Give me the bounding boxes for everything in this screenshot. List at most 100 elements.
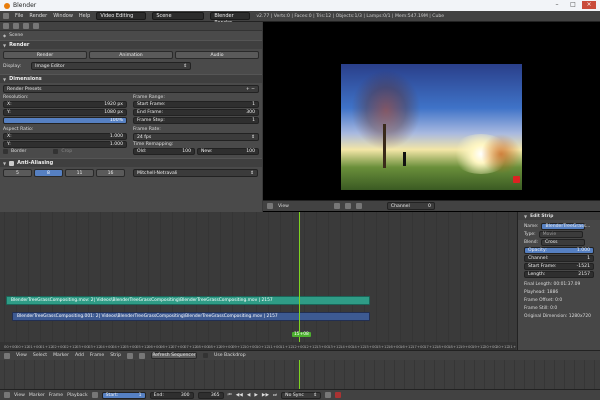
render-button[interactable]: Render <box>3 51 87 59</box>
resolution-x-field[interactable]: X: 1920 px <box>3 101 127 108</box>
resolution-y-field[interactable]: Y: 1080 px <box>3 109 127 116</box>
strip-name-field[interactable]: BlenderTreeGrass... <box>541 222 590 230</box>
render-engine-selector[interactable]: Blender Render <box>210 12 251 26</box>
display-selector[interactable]: Image Editor ⇕ <box>31 62 192 70</box>
preview-view-menu[interactable]: View <box>278 204 289 209</box>
view-type-icon[interactable] <box>127 352 133 359</box>
editor-type-icon[interactable] <box>4 352 10 359</box>
aa-filter-selector[interactable]: Mitchell-Netravali ⇕ <box>133 169 258 177</box>
aa-sample-16[interactable]: 16 <box>96 169 125 177</box>
channel-selector[interactable]: Channel 0 <box>386 202 435 210</box>
timeline-grid-line <box>394 360 395 389</box>
movie-strip-blue[interactable]: BlenderTreeGrassCompositing.001: 2| Vide… <box>12 312 370 321</box>
editor-type-icon[interactable] <box>267 203 273 209</box>
play-reverse-icon[interactable]: ◀ <box>247 393 251 398</box>
aspect-y-field[interactable]: Y: 1.000 <box>3 141 127 148</box>
dimensions-panel-header[interactable]: ▼ Dimensions <box>0 74 262 83</box>
strip-opacity-field[interactable]: Opacity: 1.000 <box>524 246 594 254</box>
end-frame-field[interactable]: End Frame: 300 <box>133 109 259 116</box>
preview-range-icon[interactable] <box>91 392 98 398</box>
scene-selector[interactable]: Scene <box>152 12 205 20</box>
timeline-grid-line <box>234 360 235 389</box>
sync-mode-selector[interactable]: No Sync ⇕ <box>281 391 322 399</box>
seq-select-menu[interactable]: Select <box>33 353 47 358</box>
menu-window[interactable]: Window <box>53 13 73 19</box>
world-icon[interactable] <box>33 23 39 29</box>
render-presets-selector[interactable]: Render Presets + − <box>3 85 259 93</box>
use-backdrop-checkbox[interactable] <box>203 353 208 358</box>
menu-file[interactable]: File <box>15 13 23 19</box>
channel-r-icon[interactable] <box>344 203 351 209</box>
timeline-grid-line <box>274 360 275 389</box>
view-mode-icon[interactable] <box>333 203 340 209</box>
seq-marker-menu[interactable]: Marker <box>53 353 69 358</box>
camera-icon[interactable] <box>3 23 9 29</box>
seq-add-menu[interactable]: Add <box>75 353 84 358</box>
time-tick-label: 19+12 <box>472 344 485 349</box>
start-frame-input[interactable]: Start: 1 <box>101 391 146 399</box>
timeline-grid-line <box>334 360 335 389</box>
time-tick-label: 20+12 <box>496 344 509 349</box>
old-field[interactable]: Old: 100 <box>133 148 195 155</box>
jump-end-icon[interactable]: ⏭ <box>273 392 277 398</box>
aa-panel-header[interactable]: ▼ Anti-Aliasing <box>0 158 262 167</box>
seq-view-menu[interactable]: View <box>16 353 27 358</box>
strip-channel-field[interactable]: Channel: 1 <box>524 254 594 262</box>
tl-marker-menu[interactable]: Marker <box>29 393 45 398</box>
border-checkbox[interactable] <box>3 149 8 154</box>
crop-checkbox[interactable] <box>53 149 59 154</box>
tl-playback-menu[interactable]: Playback <box>67 393 88 398</box>
audio-button[interactable]: Audio <box>175 51 259 59</box>
display-mode-icon[interactable] <box>139 352 145 359</box>
animation-button[interactable]: Animation <box>89 51 173 59</box>
keying-set-icon[interactable] <box>325 392 332 398</box>
close-icon[interactable]: × <box>582 1 596 9</box>
next-keyframe-icon[interactable]: ▶▶ <box>262 393 269 398</box>
channel-g-icon[interactable] <box>355 203 362 209</box>
aa-sample-8[interactable]: 8 <box>34 169 63 177</box>
menu-help[interactable]: Help <box>79 13 90 19</box>
aa-sample-11[interactable]: 11 <box>65 169 94 177</box>
preview-image <box>341 64 522 190</box>
minimize-icon[interactable]: – <box>550 1 564 9</box>
scene-icon[interactable] <box>23 23 29 29</box>
current-frame-input[interactable]: 365 <box>197 391 224 399</box>
info-editor-icon[interactable] <box>3 13 9 19</box>
editor-type-icon[interactable] <box>4 392 10 398</box>
dimensions-panel-title: Dimensions <box>9 76 42 82</box>
seq-frame-menu[interactable]: Frame <box>90 353 104 358</box>
playhead-line[interactable] <box>299 212 300 350</box>
render-panel-header[interactable]: ▼ Render <box>0 40 262 49</box>
play-icon[interactable]: ▶ <box>254 393 258 398</box>
resolution-percentage-slider[interactable]: 100% <box>3 117 127 124</box>
strip-start-frame-field[interactable]: Start Frame: -1521 <box>524 262 594 270</box>
aspect-x-field[interactable]: X: 1.000 <box>3 133 127 140</box>
movie-strip-green[interactable]: BlenderTreeGrassCompositing.mov: 2| Vide… <box>6 296 370 305</box>
aa-checkbox[interactable] <box>9 160 15 166</box>
layout-selector[interactable]: Video Editing <box>96 12 147 20</box>
seq-strip-menu[interactable]: Strip <box>110 353 121 358</box>
timeline-playhead[interactable] <box>299 360 300 389</box>
layers-icon[interactable] <box>13 23 19 29</box>
prev-keyframe-icon[interactable]: ◀◀ <box>236 393 243 398</box>
edit-strip-header[interactable]: ▼ Edit Strip <box>518 212 600 220</box>
frame-step-field[interactable]: Frame Step: 1 <box>133 117 259 124</box>
record-icon[interactable] <box>335 392 342 398</box>
strip-blend-selector[interactable]: Cross <box>540 238 585 246</box>
sequencer-preview[interactable] <box>263 22 600 212</box>
tl-view-menu[interactable]: View <box>14 393 25 398</box>
jump-start-icon[interactable]: ⏮ <box>228 392 232 398</box>
maximize-icon[interactable]: □ <box>566 1 580 9</box>
new-field[interactable]: New: 100 <box>197 148 259 155</box>
end-frame-input[interactable]: End: 300 <box>149 391 194 399</box>
menu-render[interactable]: Render <box>29 13 47 19</box>
timeline-area[interactable] <box>0 360 600 389</box>
tl-frame-menu[interactable]: Frame <box>49 393 63 398</box>
sequencer-strips-area[interactable]: BlenderTreeGrassCompositing.mov: 2| Vide… <box>0 212 516 350</box>
strip-length-field[interactable]: Length: 2157 <box>524 270 594 278</box>
refresh-sequencer-button[interactable]: Refresh Sequencer <box>151 352 197 359</box>
aa-sample-5[interactable]: 5 <box>3 169 32 177</box>
fps-selector[interactable]: 24 fps ⇕ <box>133 133 259 141</box>
start-frame-field[interactable]: Start Frame: 1 <box>133 101 259 108</box>
timeline-grid-line <box>364 360 365 389</box>
